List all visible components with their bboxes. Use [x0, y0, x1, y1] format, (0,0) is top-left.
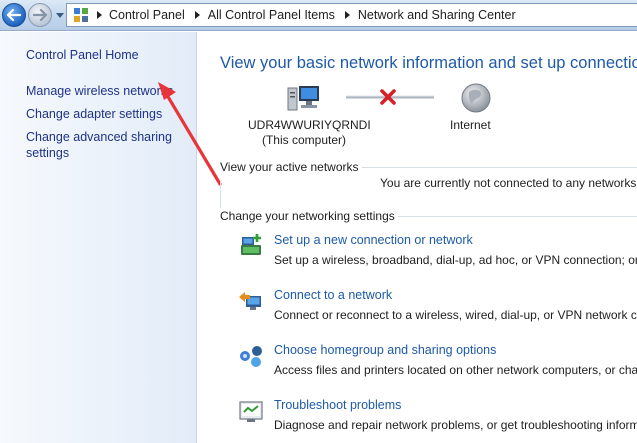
divider: [220, 182, 221, 208]
task-troubleshoot: Troubleshoot problems Diagnose and repai…: [238, 398, 637, 438]
forward-arrow-icon: [33, 9, 47, 21]
control-panel-home-link[interactable]: Control Panel Home: [26, 47, 139, 63]
active-networks-heading: View your active networks: [220, 160, 359, 174]
homegroup-sharing-link[interactable]: Choose homegroup and sharing options: [274, 343, 496, 357]
breadcrumb-all-items[interactable]: All Control Panel Items: [206, 8, 340, 22]
task-description: Connect or reconnect to a wireless, wire…: [274, 308, 637, 322]
chevron-down-icon: [56, 12, 64, 18]
troubleshoot-icon: [239, 401, 263, 422]
change-adapter-settings-link[interactable]: Change adapter settings: [26, 106, 162, 122]
connection-status-text: You are currently not connected to any n…: [380, 176, 637, 190]
connect-network-icon: [239, 292, 261, 310]
internet-globe-icon[interactable]: [460, 82, 492, 114]
divider: [362, 167, 637, 168]
new-connection-icon: [241, 234, 261, 255]
task-setup-connection: Set up a new connection or network Set u…: [238, 233, 637, 273]
breadcrumb-control-panel[interactable]: Control Panel: [107, 8, 190, 22]
main-content: View your basic network information and …: [198, 32, 637, 443]
divider: [398, 216, 637, 217]
breadcrumb-separator-icon[interactable]: [340, 11, 356, 19]
setup-connection-link[interactable]: Set up a new connection or network: [274, 233, 473, 247]
back-arrow-icon: [7, 9, 21, 21]
task-description: Access files and printers located on oth…: [274, 363, 637, 377]
networking-settings-heading: Change your networking settings: [220, 209, 395, 223]
recent-pages-dropdown[interactable]: [55, 9, 65, 21]
task-description: Diagnose and repair network problems, or…: [274, 418, 637, 432]
breadcrumb-separator-icon[interactable]: [190, 11, 206, 19]
computer-name: UDR4WWURIYQRNDI: [248, 118, 371, 132]
breadcrumb-network-sharing[interactable]: Network and Sharing Center: [356, 8, 521, 22]
forward-button[interactable]: [28, 3, 52, 27]
breadcrumb-separator-icon[interactable]: [91, 11, 107, 19]
back-button[interactable]: [2, 3, 26, 27]
computer-sub-label: (This computer): [261, 133, 347, 147]
task-homegroup: Choose homegroup and sharing options Acc…: [238, 343, 637, 383]
computer-name-label: UDR4WWURIYQRNDI (This computer): [248, 118, 371, 148]
control-panel-icon: [71, 5, 91, 25]
connect-network-link[interactable]: Connect to a network: [274, 288, 392, 302]
task-description: Set up a wireless, broadband, dial-up, a…: [274, 253, 637, 267]
troubleshoot-link[interactable]: Troubleshoot problems: [274, 398, 401, 412]
address-bar[interactable]: Control Panel All Control Panel Items Ne…: [66, 3, 637, 27]
computer-icon[interactable]: [286, 84, 322, 114]
task-connect-network: Connect to a network Connect or reconnec…: [238, 288, 637, 328]
internet-label: Internet: [450, 118, 491, 132]
homegroup-icon: [240, 346, 262, 367]
red-x-icon[interactable]: [379, 88, 397, 106]
address-toolbar: Control Panel All Control Panel Items Ne…: [0, 0, 637, 31]
page-title: View your basic network information and …: [220, 54, 637, 72]
network-map: UDR4WWURIYQRNDI (This computer) Internet: [198, 80, 637, 150]
